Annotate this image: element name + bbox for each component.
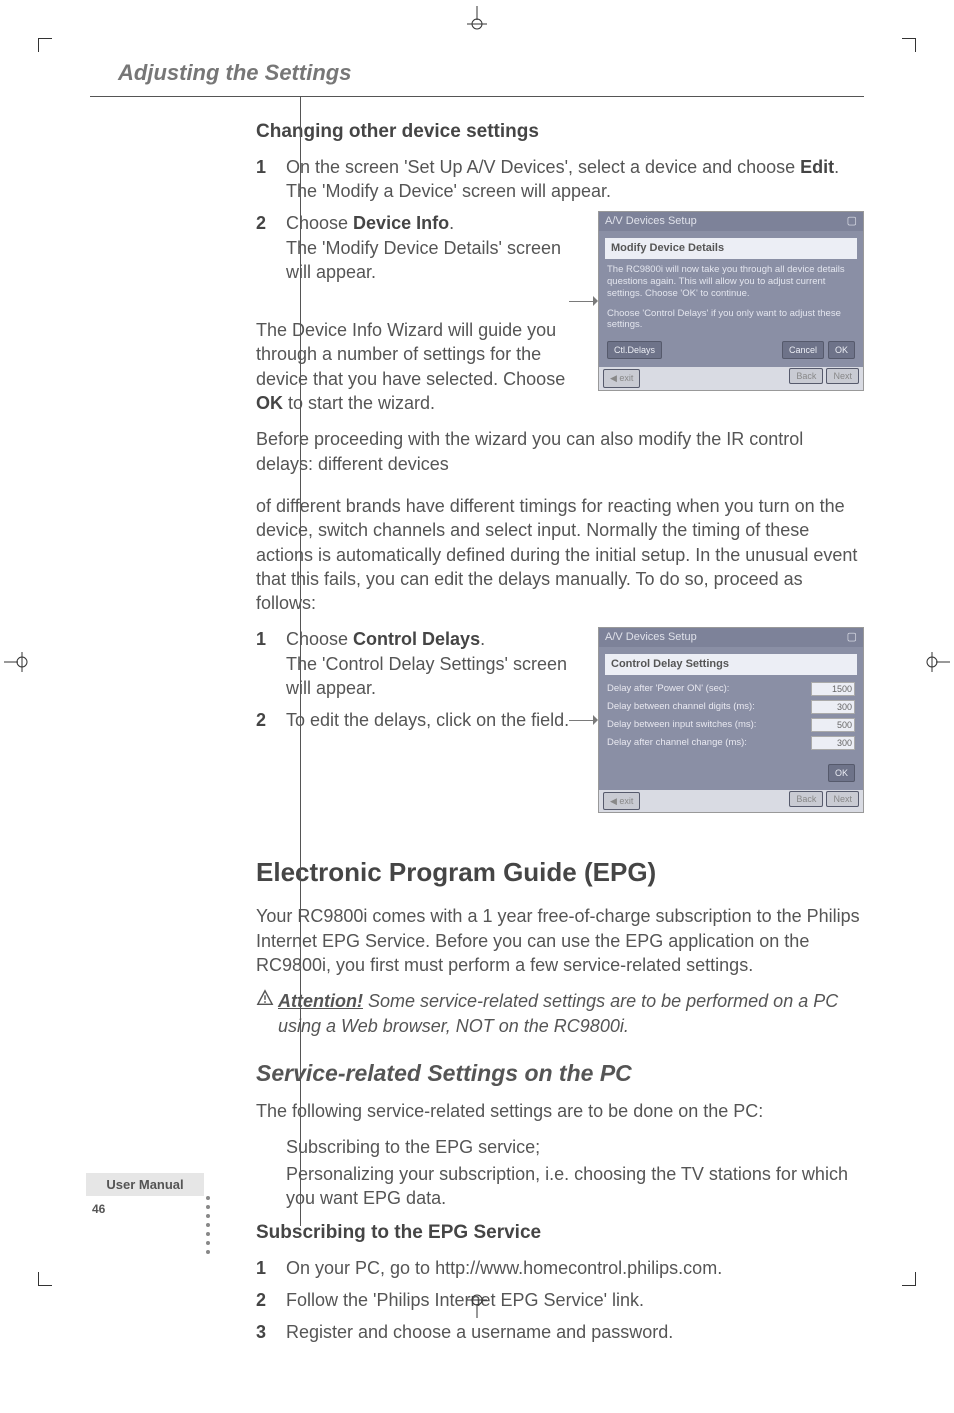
decorative-dots: [206, 1196, 210, 1254]
embedded-screenshot: A/V Devices Setup ▢ Control Delay Setting…: [598, 627, 864, 813]
field-input: [811, 682, 855, 696]
list-item: 3 Register and choose a username and pas…: [256, 1320, 864, 1344]
page-number: 46: [86, 1202, 204, 1216]
paragraph: Before proceeding with the wizard you ca…: [256, 427, 864, 476]
body-text: On your PC, go to http://www.homecontrol…: [286, 1256, 864, 1280]
attention-text: Some service-related settings are to be …: [278, 991, 838, 1035]
list-item: 1 Choose Control Delays. The 'Control De…: [256, 627, 584, 700]
list-item: 1 On your PC, go to http://www.homecontr…: [256, 1256, 864, 1280]
screenshot-button: Ctl.Delays: [607, 341, 662, 359]
body-text: Follow the 'Philips Internet EPG Service…: [286, 1288, 864, 1312]
crop-mark-top: [465, 6, 489, 30]
section-heading: Changing other device settings: [256, 119, 864, 145]
crop-mark-right: [926, 650, 950, 674]
field-label: Delay after channel change (ms):: [607, 737, 747, 750]
embedded-screenshot: A/V Devices Setup ▢ Modify Device Details…: [598, 211, 864, 390]
field-input: [811, 736, 855, 750]
body-text: Choose: [286, 629, 353, 649]
corner-mark: [38, 38, 52, 52]
section-heading: Subscribing to the EPG Service: [256, 1220, 864, 1246]
screenshot-button: Back: [789, 368, 823, 384]
screenshot-button: OK: [828, 341, 855, 359]
body-text: Register and choose a username and passw…: [286, 1320, 864, 1344]
bold-text: Control Delays: [353, 629, 480, 649]
screenshot-titlebar: A/V Devices Setup: [605, 214, 697, 229]
vertical-rule: [300, 96, 301, 1226]
user-manual-label: User Manual: [86, 1173, 204, 1196]
field-label: Delay between input switches (ms):: [607, 719, 756, 732]
clock-icon: ▢: [847, 630, 857, 645]
attention-label: Attention!: [278, 991, 363, 1011]
field-label: Delay after 'Power ON' (sec):: [607, 683, 729, 696]
subsection-heading: Service-related Settings on the PC: [256, 1058, 864, 1089]
bold-text: OK: [256, 393, 283, 413]
screenshot-body: Choose 'Control Delays' if you only want…: [605, 306, 857, 338]
crop-mark-bottom: [465, 1294, 489, 1318]
step-number: 3: [256, 1320, 286, 1344]
corner-mark: [902, 38, 916, 52]
corner-mark: [38, 1272, 52, 1286]
screenshot-button: Next: [826, 368, 859, 384]
body-text: The 'Modify a Device' screen will appear…: [286, 181, 611, 201]
screenshot-titlebar: A/V Devices Setup: [605, 630, 697, 645]
step-number: 1: [256, 155, 286, 204]
screenshot-button: Back: [789, 791, 823, 807]
attention-note: Attention! Some service-related settings…: [256, 989, 864, 1038]
page-heading: Electronic Program Guide (EPG): [256, 855, 864, 890]
running-head: Adjusting the Settings: [118, 60, 864, 86]
body-text: To edit the delays, click on the field.: [286, 708, 584, 732]
screenshot-header: Control Delay Settings: [605, 654, 857, 675]
list-item: 2 Choose Device Info. The 'Modify Device…: [256, 211, 584, 284]
field-input: [811, 700, 855, 714]
screenshot-header: Modify Device Details: [605, 238, 857, 259]
step-number: 2: [256, 708, 286, 732]
screenshot-button: Next: [826, 791, 859, 807]
body-text: to start the wizard.: [283, 393, 435, 413]
bullet-item: Personalizing your subscription, i.e. ch…: [286, 1162, 864, 1211]
bold-text: Device Info: [353, 213, 449, 233]
warning-icon: [256, 989, 278, 1038]
screenshot-button: ◀ exit: [603, 792, 640, 810]
list-item: 2 To edit the delays, click on the field…: [256, 708, 584, 732]
clock-icon: ▢: [847, 214, 857, 229]
field-input: [811, 718, 855, 732]
screenshot-body: The RC9800i will now take you through al…: [605, 262, 857, 306]
bullet-item: Subscribing to the EPG service;: [286, 1135, 864, 1159]
list-item: 2 Follow the 'Philips Internet EPG Servi…: [256, 1288, 864, 1312]
body-text: Choose: [286, 213, 353, 233]
corner-mark: [902, 1272, 916, 1286]
list-item: 1 On the screen 'Set Up A/V Devices', se…: [256, 155, 864, 204]
step-number: 2: [256, 1288, 286, 1312]
paragraph: of different brands have different timin…: [256, 494, 864, 615]
body-text: On the screen 'Set Up A/V Devices', sele…: [286, 157, 800, 177]
field-label: Delay between channel digits (ms):: [607, 701, 755, 714]
screenshot-button: ◀ exit: [603, 369, 640, 387]
screenshot-button: OK: [828, 764, 855, 782]
screenshot-button: Cancel: [782, 341, 824, 359]
crop-mark-left: [4, 650, 28, 674]
body-text: .: [480, 629, 485, 649]
body-text: The 'Modify Device Details' screen will …: [286, 238, 561, 282]
step-number: 1: [256, 627, 286, 700]
paragraph: The following service-related settings a…: [256, 1099, 864, 1123]
bold-text: Edit: [800, 157, 834, 177]
body-text: The 'Control Delay Settings' screen will…: [286, 654, 567, 698]
step-number: 2: [256, 211, 286, 284]
body-text: The Device Info Wizard will guide you th…: [256, 320, 565, 389]
body-text: .: [834, 157, 839, 177]
step-number: 1: [256, 1256, 286, 1280]
paragraph: Your RC9800i comes with a 1 year free-of…: [256, 904, 864, 977]
horizontal-rule: [90, 96, 864, 97]
body-text: .: [449, 213, 454, 233]
